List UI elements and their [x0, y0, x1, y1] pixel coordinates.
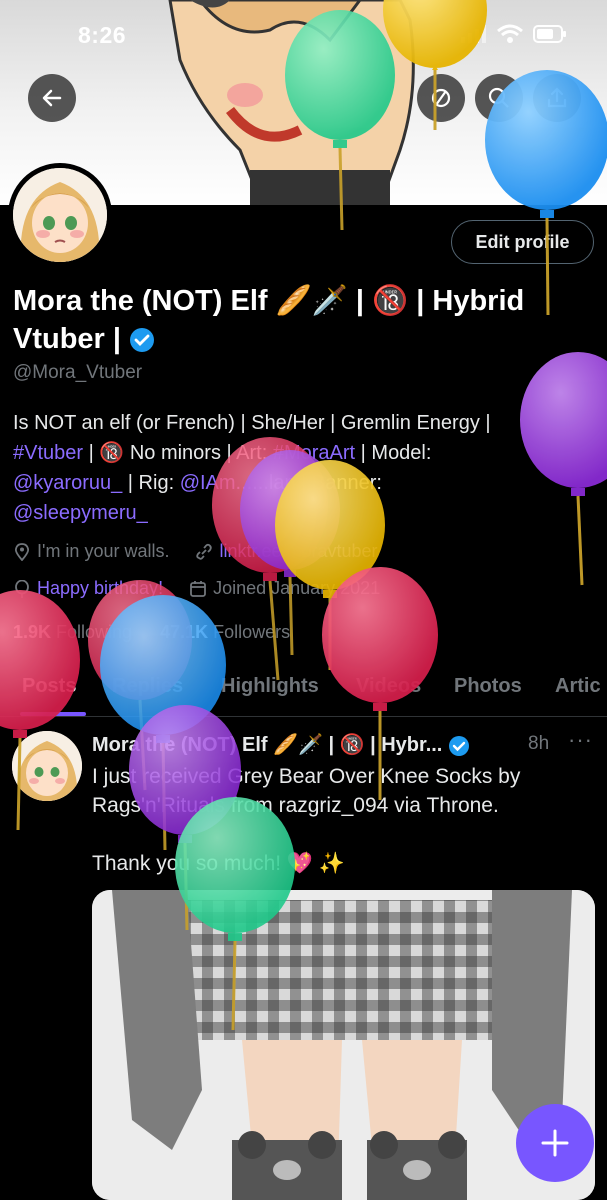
back-button[interactable] — [28, 74, 76, 122]
profile-handle: @Mora_Vtuber — [13, 362, 143, 383]
tab-replies[interactable]: Replies — [112, 675, 183, 698]
mention-sleepymeru-link[interactable]: @sleepymeru_ — [13, 502, 148, 524]
circle-slash-button[interactable] — [417, 74, 465, 122]
profile-meta-row-1: I'm in your walls. linktr.ee/moravtuber — [13, 541, 378, 562]
profile-name-line1: Mora the (NOT) Elf 🥖🗡️ | 🔞 | Hybrid — [13, 285, 525, 317]
location-pin-icon — [14, 542, 30, 561]
tab-photos[interactable]: Photos — [454, 675, 522, 698]
bio-line1: Is NOT an elf (or French) | She/Her | Gr… — [13, 412, 491, 434]
circle-slash-icon — [431, 88, 451, 108]
post-text: I just received Grey Bear Over Knee Sock… — [92, 765, 521, 875]
post-verified-badge-icon — [448, 735, 469, 756]
battery-icon — [533, 25, 566, 43]
arrow-left-icon — [42, 89, 62, 107]
hashtag-vtuber-link[interactable]: #Vtuber — [13, 442, 83, 464]
share-button[interactable] — [533, 74, 581, 122]
followers-label: Followers — [208, 622, 291, 642]
signal-icon — [461, 25, 486, 43]
follow-stats: 1.9K Following 47.1K Followers — [13, 622, 290, 643]
post-more-button[interactable]: ··· — [568, 727, 593, 753]
profile-bio: Is NOT an elf (or French) | She/Her | Gr… — [13, 408, 598, 528]
profile-name-line2: Vtuber | — [13, 323, 122, 355]
edit-profile-button[interactable]: Edit profile — [451, 220, 594, 264]
tab-articles[interactable]: Artic — [555, 675, 601, 698]
profile-link[interactable]: linktr.ee/moravtuber — [219, 541, 377, 562]
tab-videos[interactable]: Videos — [356, 675, 421, 698]
search-button[interactable] — [475, 74, 523, 122]
profile-location: I'm in your walls. — [37, 541, 170, 561]
mention-rig-link[interactable]: @IAm... — [180, 472, 253, 494]
birthday-link[interactable]: Happy birthday! — [37, 578, 163, 599]
bio-line3-end: ...lan | Banner: — [252, 472, 382, 494]
following-link[interactable]: 1.9K Following — [13, 622, 132, 642]
profile-joined: Joined January 2021 — [213, 578, 381, 598]
plus-icon — [541, 1129, 569, 1157]
bio-line3-mid: | Rig: — [122, 472, 180, 494]
following-label: Following — [51, 622, 133, 642]
post-author-name[interactable]: Mora the (NOT) Elf 🥖🗡️ | 🔞 | Hybr... — [92, 732, 470, 757]
wifi-icon — [497, 24, 523, 43]
compose-post-button[interactable] — [516, 1104, 594, 1182]
profile-meta-row-2: Happy birthday! Joined January 2021 — [13, 578, 380, 599]
mention-kyaroruu-link[interactable]: @kyaroruu_ — [13, 472, 122, 494]
verified-badge-icon — [130, 328, 155, 353]
followers-link[interactable]: 47.1K Followers — [160, 622, 290, 642]
following-count: 1.9K — [13, 622, 52, 642]
link-icon — [196, 543, 213, 560]
post-author-text: Mora the (NOT) Elf 🥖🗡️ | 🔞 | Hybr... — [92, 734, 443, 756]
status-time: 8:26 — [78, 22, 127, 48]
bio-line2-end: | Model: — [355, 442, 432, 464]
share-icon — [547, 87, 567, 108]
tab-highlights[interactable]: Highlights — [221, 675, 319, 698]
calendar-icon — [190, 580, 206, 597]
avatar — [13, 168, 107, 262]
tab-posts[interactable]: Posts — [22, 675, 76, 698]
profile-tabs: Posts Replies Highlights Videos Photos A… — [0, 665, 607, 717]
post-avatar-image — [12, 731, 82, 801]
active-tab-indicator — [20, 712, 86, 716]
balloon-icon — [15, 579, 29, 598]
profile-avatar[interactable] — [8, 163, 112, 267]
bio-line2-mid: | 🔞 No minors | Art: — [83, 442, 273, 464]
hashtag-moraart-link[interactable]: #MoraArt — [273, 442, 355, 464]
profile-name: Mora the (NOT) Elf 🥖🗡️ | 🔞 | Hybrid Vtub… — [13, 282, 593, 358]
avatar-image — [13, 168, 107, 262]
search-icon — [488, 87, 509, 108]
followers-count: 47.1K — [160, 622, 209, 642]
post-time[interactable]: 8h — [528, 733, 549, 755]
post-avatar[interactable] — [12, 731, 82, 801]
status-icons — [461, 24, 567, 44]
